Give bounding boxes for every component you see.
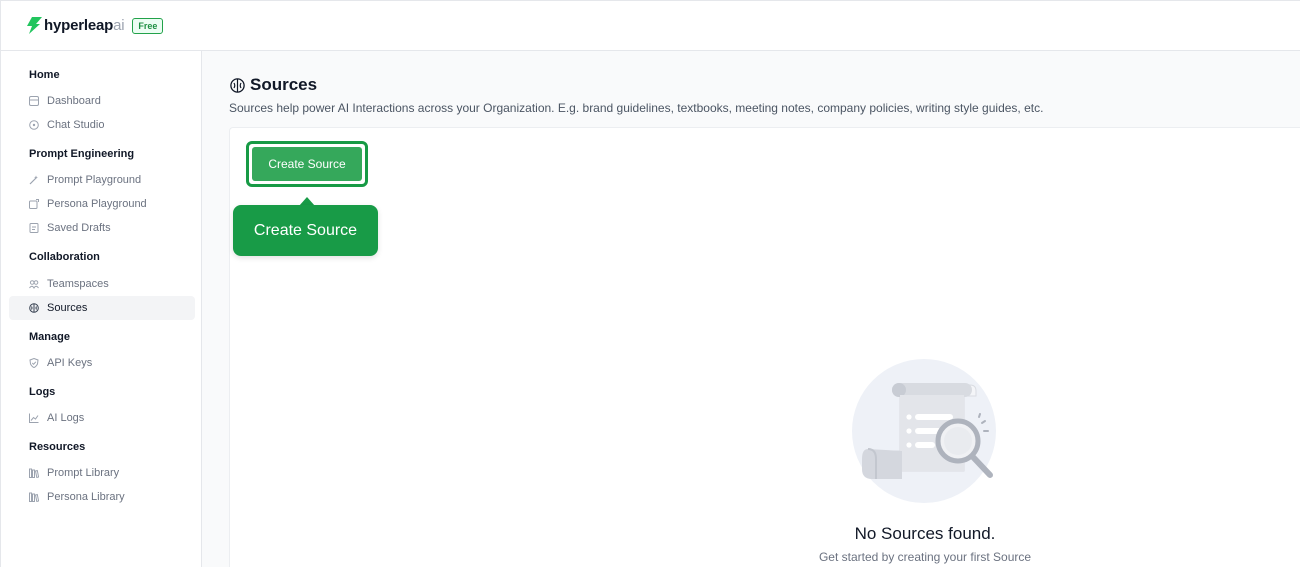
chart-icon — [29, 413, 39, 423]
sidebar-item-label: Prompt Playground — [47, 174, 142, 186]
page-title-text: Sources — [250, 75, 318, 94]
page-title: Sources — [230, 75, 317, 95]
sidebar-item-prompt-library[interactable]: Prompt Library — [9, 461, 195, 485]
sidebar-item-label: API Keys — [47, 357, 93, 369]
library-icon — [29, 468, 39, 478]
sidebar-item-prompt-playground[interactable]: Prompt Playground — [9, 168, 195, 192]
brain-icon — [29, 303, 39, 313]
sidebar-item-saved-drafts[interactable]: Saved Drafts — [9, 216, 195, 240]
empty-sources-illustration-icon — [852, 359, 996, 503]
sidebar-item-persona-playground[interactable]: Persona Playground — [9, 192, 195, 216]
sidebar-item-label: AI Logs — [47, 412, 85, 424]
brand-name: hyperleap — [44, 17, 114, 34]
brain-icon — [230, 77, 245, 93]
chat-icon — [29, 120, 39, 130]
empty-state-subtitle: Get started by creating your first Sourc… — [818, 550, 1032, 564]
section-title-resources: Resources — [29, 441, 86, 453]
team-icon — [29, 280, 39, 289]
sidebar-item-label: Sources — [47, 302, 88, 314]
sidebar-item-teamspaces[interactable]: Teamspaces — [9, 272, 195, 296]
sidebar-item-ai-logs[interactable]: AI Logs — [9, 406, 195, 430]
create-source-tooltip: Create Source — [233, 205, 378, 256]
section-title-home: Home — [29, 69, 60, 81]
sidebar-item-label: Saved Drafts — [47, 222, 111, 234]
sidebar-item-label: Dashboard — [47, 95, 101, 107]
brand-suffix: ai — [113, 17, 125, 34]
sidebar-item-label: Prompt Library — [47, 467, 120, 479]
sidebar-item-label: Persona Playground — [47, 198, 147, 210]
sidebar-item-label: Persona Library — [47, 491, 125, 503]
main-content: Sources Sources help power AI Interactio… — [202, 51, 1300, 567]
sidebar-item-sources[interactable]: Sources — [9, 296, 195, 320]
sidebar: Home Dashboard Chat Studio Prompt Engine… — [0, 51, 202, 567]
section-title-prompt-engineering: Prompt Engineering — [29, 148, 135, 160]
sidebar-item-dashboard[interactable]: Dashboard — [9, 89, 195, 113]
sidebar-item-label: Teamspaces — [47, 278, 109, 290]
plan-badge: Free — [132, 17, 164, 34]
create-source-button[interactable]: Create Source — [252, 147, 362, 181]
empty-state-title: No Sources found. — [854, 524, 996, 543]
shield-icon — [29, 358, 39, 368]
top-bar: hyperleapai Free — [0, 0, 1300, 51]
bolt-logo-icon — [27, 17, 42, 34]
brand-logo[interactable]: hyperleapai Free — [26, 17, 164, 34]
persona-icon — [29, 199, 39, 209]
drafts-icon — [29, 223, 39, 233]
library-icon — [29, 492, 39, 502]
sidebar-item-label: Chat Studio — [47, 119, 105, 131]
sources-panel: Create Source Create Source No Sources f… — [229, 127, 1300, 567]
section-title-logs: Logs — [29, 386, 56, 398]
sidebar-item-api-keys[interactable]: API Keys — [9, 351, 195, 375]
sidebar-item-persona-library[interactable]: Persona Library — [9, 485, 195, 509]
section-title-collaboration: Collaboration — [29, 251, 100, 263]
sidebar-item-chat-studio[interactable]: Chat Studio — [9, 113, 195, 137]
create-source-highlight: Create Source — [246, 141, 368, 187]
dashboard-icon — [29, 96, 39, 106]
section-title-manage: Manage — [29, 331, 70, 343]
wand-icon — [29, 175, 38, 185]
page-description: Sources help power AI Interactions acros… — [229, 101, 1044, 115]
